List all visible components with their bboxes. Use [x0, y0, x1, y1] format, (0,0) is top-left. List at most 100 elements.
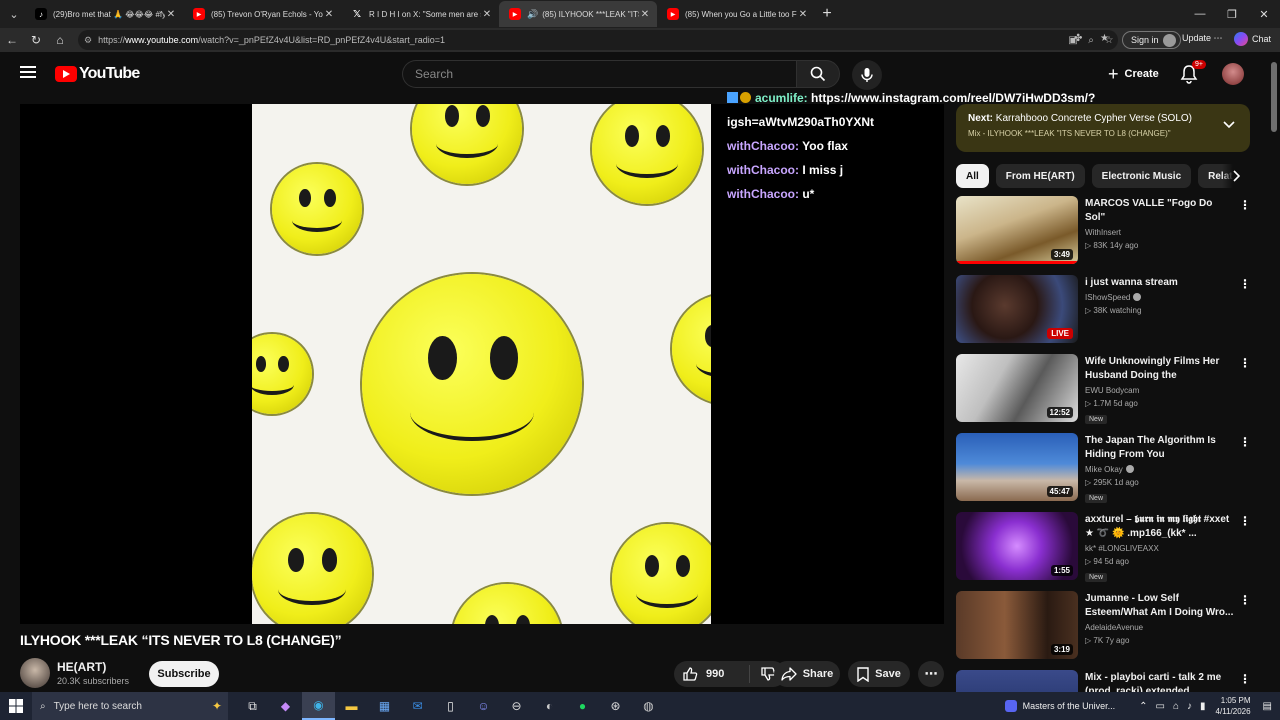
sign-in-button[interactable]: Sign in: [1122, 31, 1181, 49]
speaker-icon[interactable]: 🔊: [527, 9, 538, 20]
filter-chip[interactable]: From HE(ART): [995, 164, 1085, 188]
more-vert-icon[interactable]: ⋮: [1239, 198, 1251, 212]
back-icon[interactable]: ←: [0, 33, 24, 47]
notification-center-icon[interactable]: ▤: [1263, 701, 1272, 712]
channel-name[interactable]: Mike Okay: [1085, 465, 1235, 474]
share-button[interactable]: Share: [774, 661, 840, 687]
task-view-icon[interactable]: ⧉: [236, 692, 269, 720]
windows-start-button[interactable]: [0, 699, 32, 713]
close-window-icon[interactable]: ✕: [1248, 0, 1280, 28]
video-thumbnail[interactable]: 3:49: [956, 196, 1078, 264]
page-scrollbar[interactable]: [1268, 52, 1280, 692]
address-bar[interactable]: ⚙ https://www.youtube.com/watch?v=_pnPEf…: [78, 30, 1118, 50]
filter-chip[interactable]: All: [956, 164, 989, 188]
save-button[interactable]: Save: [848, 661, 910, 687]
battery-icon[interactable]: ▮: [1200, 701, 1206, 712]
recommendation-item[interactable]: LIVE i just wanna stream IShowSpeed ▷ 38K w…: [956, 275, 1256, 354]
search-button[interactable]: [796, 60, 840, 88]
spotify-icon[interactable]: ●: [566, 692, 599, 720]
browser-tab[interactable]: ▶ 🔊 (85) ILYHOOK ***LEAK "ITS NE✕: [499, 1, 657, 27]
channel-name[interactable]: WithInsert: [1085, 228, 1235, 237]
video-title[interactable]: The Japan The Algorithm Is Hiding From Y…: [1085, 434, 1235, 462]
file-explorer-icon[interactable]: ▬: [335, 692, 368, 720]
video-thumbnail[interactable]: 1:55: [956, 512, 1078, 580]
update-button[interactable]: Update ⋯: [1182, 33, 1223, 44]
chevron-down-icon[interactable]: [1222, 120, 1236, 130]
minimize-icon[interactable]: —: [1184, 0, 1216, 28]
more-vert-icon[interactable]: ⋮: [1239, 672, 1251, 686]
more-vert-icon[interactable]: ⋮: [1239, 514, 1251, 528]
subscribe-button[interactable]: Subscribe: [149, 661, 219, 687]
filter-chip[interactable]: Electronic Music: [1091, 164, 1192, 188]
recommendation-item[interactable]: 1:55 axxturel – 𝖇𝖚𝖗𝖓 𝖎𝖓 𝖒𝖞 𝖑𝖎𝖌𝖍𝖙 #xxet ★ …: [956, 512, 1256, 591]
video-title[interactable]: axxturel – 𝖇𝖚𝖗𝖓 𝖎𝖓 𝖒𝖞 𝖑𝖎𝖌𝖍𝖙 #xxet ★ ➰ 🌞 …: [1085, 513, 1235, 541]
video-thumbnail[interactable]: 3:19: [956, 591, 1078, 659]
user-avatar[interactable]: [1222, 63, 1244, 85]
close-tab-icon[interactable]: ✕: [323, 9, 335, 20]
channel-name[interactable]: EWU Bodycam: [1085, 386, 1235, 395]
copilot-chat-button[interactable]: Chat: [1234, 32, 1271, 46]
chevron-up-icon[interactable]: ⌃: [1139, 701, 1147, 712]
scrollbar-thumb[interactable]: [1271, 62, 1277, 132]
discord-icon[interactable]: ☺: [467, 692, 500, 720]
outlook-icon[interactable]: ✉: [401, 692, 434, 720]
video-title[interactable]: Jumanne - Low Self Esteem/What Am I Doin…: [1085, 592, 1235, 620]
new-tab-button[interactable]: +: [815, 5, 839, 23]
more-actions-button[interactable]: ⋯: [918, 661, 944, 687]
close-tab-icon[interactable]: ✕: [481, 9, 493, 20]
site-info-icon[interactable]: ⚙: [84, 35, 92, 46]
create-button[interactable]: + Create: [1100, 62, 1167, 86]
youtube-logo[interactable]: YouTube: [55, 65, 140, 83]
browser-tab[interactable]: ▶ (85) When you Go a Little too Fast ✕: [657, 1, 815, 27]
video-thumbnail[interactable]: LIVE: [956, 275, 1078, 343]
restore-icon[interactable]: ❐: [1216, 0, 1248, 28]
video-title[interactable]: Wife Unknowingly Films Her Husband Doing…: [1085, 355, 1235, 383]
recommendation-item[interactable]: 3:19 Jumanne - Low Self Esteem/What Am I …: [956, 591, 1256, 670]
recommendation-item[interactable]: 12:52 Wife Unknowingly Films Her Husband …: [956, 354, 1256, 433]
home-icon[interactable]: ⌂: [48, 33, 72, 47]
channel-avatar[interactable]: [20, 658, 50, 688]
clock[interactable]: 1:05 PM 4/11/2026: [1216, 695, 1251, 717]
app-icon[interactable]: ◐: [533, 692, 566, 720]
recommendation-item[interactable]: 3:49 MARCOS VALLE "Fogo Do Sol" WithInsert…: [956, 196, 1256, 275]
taskbar-search-input[interactable]: ⌕ Type here to search ✦: [32, 692, 228, 720]
more-vert-icon[interactable]: ⋮: [1239, 356, 1251, 370]
video-thumbnail[interactable]: 12:52: [956, 354, 1078, 422]
extensions-icon[interactable]: ✤: [1074, 33, 1082, 44]
video-title[interactable]: i just wanna stream: [1085, 276, 1235, 290]
reload-icon[interactable]: ↻: [24, 33, 48, 47]
more-vert-icon[interactable]: ⋮: [1239, 277, 1251, 291]
close-tab-icon[interactable]: ✕: [639, 9, 651, 20]
like-button[interactable]: 990: [674, 665, 750, 683]
recommendation-item[interactable]: 45:47 The Japan The Algorithm Is Hiding F…: [956, 433, 1256, 512]
copilot-app-icon[interactable]: ◆: [269, 692, 302, 720]
channel-name[interactable]: IShowSpeed: [1085, 293, 1235, 302]
more-vert-icon[interactable]: ⋮: [1239, 593, 1251, 607]
notifications-button[interactable]: 9+: [1180, 60, 1206, 86]
network-icon[interactable]: ⌂: [1173, 701, 1179, 712]
chips-next-button[interactable]: [1222, 164, 1250, 188]
media-app-icon[interactable]: ⊖: [500, 692, 533, 720]
close-tab-icon[interactable]: ✕: [797, 9, 809, 20]
channel-name[interactable]: kk* #LONGLIVEAXX: [1085, 544, 1235, 553]
tab-search-icon[interactable]: ⌄: [3, 4, 25, 24]
browser-tab[interactable]: ♪ (29)Bro met that 🙏 😂😂😂 #fy ✕: [25, 1, 183, 27]
video-title[interactable]: MARCOS VALLE "Fogo Do Sol": [1085, 197, 1235, 225]
zoom-icon[interactable]: ⌕: [1082, 35, 1100, 46]
edge-browser-icon[interactable]: ◉: [302, 692, 335, 720]
notepad-icon[interactable]: ▯: [434, 692, 467, 720]
video-thumbnail[interactable]: 45:47: [956, 433, 1078, 501]
next-up-card[interactable]: Next: Karrahbooo Concrete Cypher Verse (…: [956, 104, 1250, 152]
more-vert-icon[interactable]: ⋮: [1239, 435, 1251, 449]
volume-icon[interactable]: ♪: [1187, 701, 1192, 712]
browser-tab[interactable]: 𝕏 R I D H I on X: "Some men are sick✕: [341, 1, 499, 27]
menu-icon[interactable]: [20, 66, 36, 78]
close-tab-icon[interactable]: ✕: [165, 9, 177, 20]
favorites-bar-icon[interactable]: ★: [1100, 33, 1109, 44]
channel-name[interactable]: HE(ART): [57, 660, 106, 674]
channel-name[interactable]: AdelaideAvenue: [1085, 623, 1235, 632]
browser-tab[interactable]: ▶ (85) Trevon O'Ryan Echols - YouTube✕: [183, 1, 341, 27]
search-input[interactable]: Search: [402, 60, 796, 88]
microsoft-store-icon[interactable]: ▦: [368, 692, 401, 720]
app-icon-2[interactable]: ◍: [632, 692, 665, 720]
